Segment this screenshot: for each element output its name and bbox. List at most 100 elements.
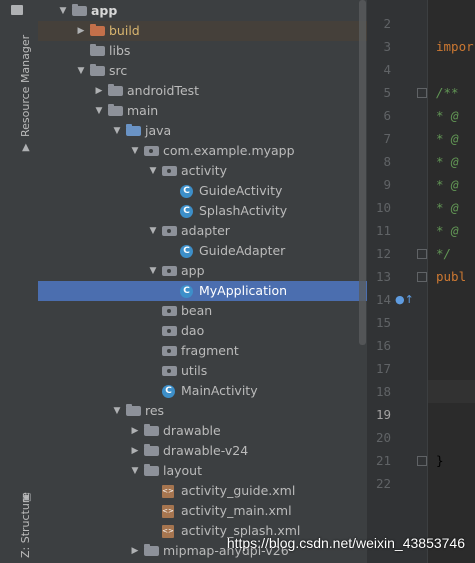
project-folder-icon[interactable]	[11, 5, 23, 15]
package-icon	[162, 306, 177, 316]
expand-down-arrow-icon[interactable]: ▼	[130, 461, 140, 481]
tree-row-app[interactable]: ▼ app	[38, 1, 367, 21]
tree-row-label: bean	[181, 303, 213, 318]
fold-marker-icon[interactable]	[417, 88, 427, 98]
folder-icon	[144, 464, 159, 476]
tree-row-activity[interactable]: ▼ activity	[38, 161, 367, 181]
expand-down-arrow-icon[interactable]: ▼	[76, 61, 86, 81]
tree-row-splashactivity[interactable]: C SplashActivity	[38, 201, 367, 221]
line-number: 7	[383, 131, 391, 146]
expand-down-arrow-icon[interactable]: ▼	[148, 161, 158, 181]
package-icon	[162, 366, 177, 376]
tree-row-res[interactable]: ▼ res	[38, 401, 367, 421]
tree-row-label: drawable	[163, 423, 221, 438]
current-line-highlight	[428, 380, 475, 403]
tree-row-java[interactable]: ▼ java	[38, 121, 367, 141]
code-editor[interactable]: impor /** * @ * @ * @ * @ * @ * @ */ publ}	[428, 0, 475, 563]
class-icon: C	[180, 185, 193, 198]
folder-icon	[126, 404, 141, 416]
line-number: 11	[375, 223, 391, 238]
tree-row-label: main	[127, 103, 159, 118]
xml-file-icon: <>	[162, 525, 174, 538]
line-number: 16	[375, 338, 391, 353]
line-number: 19	[375, 407, 391, 422]
collapse-right-arrow-icon[interactable]: ▶	[130, 441, 140, 461]
code-line: */	[436, 246, 452, 261]
tree-row-adapter[interactable]: ▼ adapter	[38, 221, 367, 241]
tree-row-label: build	[109, 23, 140, 38]
tree-row-label: app	[91, 3, 118, 18]
package-icon	[162, 266, 177, 276]
tree-row-main[interactable]: ▼ main	[38, 101, 367, 121]
collapse-right-arrow-icon[interactable]: ▶	[130, 541, 140, 561]
tree-row-androidtest[interactable]: ▶ androidTest	[38, 81, 367, 101]
collapse-right-arrow-icon[interactable]: ▶	[76, 21, 86, 41]
folder-icon	[144, 424, 159, 436]
expand-down-arrow-icon[interactable]: ▼	[94, 101, 104, 121]
class-icon: C	[180, 245, 193, 258]
expand-down-arrow-icon[interactable]: ▼	[112, 121, 122, 141]
tree-row-guideadapter[interactable]: C GuideAdapter	[38, 241, 367, 261]
folder-icon	[144, 444, 159, 456]
package-icon	[162, 326, 177, 336]
xml-file-icon: <>	[162, 505, 174, 518]
tree-row-guideactivity[interactable]: C GuideActivity	[38, 181, 367, 201]
tree-row-activity-guide-xml[interactable]: <> activity_guide.xml	[38, 481, 367, 501]
tree-row-label: androidTest	[127, 83, 200, 98]
code-line: * @	[436, 223, 459, 238]
tree-row-layout[interactable]: ▼ layout	[38, 461, 367, 481]
xml-file-icon: <>	[162, 485, 174, 498]
tree-row-label: GuideAdapter	[199, 243, 286, 258]
line-number: 14	[375, 292, 391, 307]
tree-row-fragment[interactable]: fragment	[38, 341, 367, 361]
override-marker-icon[interactable]: ●↑	[395, 293, 414, 306]
tree-scrollbar[interactable]	[359, 0, 366, 345]
ide-window: Resource Manager ▲ ▣ Z: Structure ▼ app ▶ b…	[0, 0, 475, 563]
source-folder-icon	[126, 124, 141, 136]
tree-row-build[interactable]: ▶ build	[38, 21, 367, 41]
tree-row-utils[interactable]: utils	[38, 361, 367, 381]
resource-manager-tab[interactable]: Resource Manager	[19, 35, 32, 137]
expand-down-arrow-icon[interactable]: ▼	[148, 261, 158, 281]
tree-row-label: activity	[181, 163, 228, 178]
tree-row-app[interactable]: ▼ app	[38, 261, 367, 281]
fold-marker-icon[interactable]	[417, 272, 427, 282]
tree-row-src[interactable]: ▼ src	[38, 61, 367, 81]
tree-row-label: fragment	[181, 343, 239, 358]
expand-down-arrow-icon[interactable]: ▼	[148, 221, 158, 241]
tree-row-drawable-v24[interactable]: ▶ drawable-v24	[38, 441, 367, 461]
tree-row-com-example-myapp[interactable]: ▼ com.example.myapp	[38, 141, 367, 161]
package-icon	[162, 226, 177, 236]
tree-row-mainactivity[interactable]: C MainActivity	[38, 381, 367, 401]
folder-icon	[90, 44, 105, 56]
expand-down-arrow-icon[interactable]: ▼	[58, 1, 68, 21]
line-number: 2	[383, 16, 391, 31]
structure-tab[interactable]: Z: Structure	[19, 492, 32, 558]
watermark: https://blog.csdn.net/weixin_43853746	[226, 535, 465, 551]
package-icon	[162, 346, 177, 356]
tree-row-label: libs	[109, 43, 131, 58]
line-number: 3	[383, 39, 391, 54]
tree-row-myapplication[interactable]: C MyApplication	[38, 281, 367, 301]
line-number: 15	[375, 315, 391, 330]
fold-marker-icon[interactable]	[417, 456, 427, 466]
collapse-right-arrow-icon[interactable]: ▶	[94, 81, 104, 101]
tree-row-label: java	[145, 123, 172, 138]
expand-down-arrow-icon[interactable]: ▼	[130, 141, 140, 161]
code-line: /**	[436, 85, 459, 100]
fold-marker-icon[interactable]	[417, 249, 427, 259]
tree-row-activity-main-xml[interactable]: <> activity_main.xml	[38, 501, 367, 521]
tree-row-label: src	[109, 63, 128, 78]
tree-row-bean[interactable]: bean	[38, 301, 367, 321]
tree-row-libs[interactable]: libs	[38, 41, 367, 61]
line-number: 22	[375, 476, 391, 491]
collapse-right-arrow-icon[interactable]: ▶	[130, 421, 140, 441]
line-number: 17	[375, 361, 391, 376]
folder-icon	[144, 544, 159, 556]
tree-row-drawable[interactable]: ▶ drawable	[38, 421, 367, 441]
folder-icon	[108, 104, 123, 116]
tree-row-label: GuideActivity	[199, 183, 283, 198]
tree-row-dao[interactable]: dao	[38, 321, 367, 341]
expand-down-arrow-icon[interactable]: ▼	[112, 401, 122, 421]
line-number: 21	[375, 453, 391, 468]
